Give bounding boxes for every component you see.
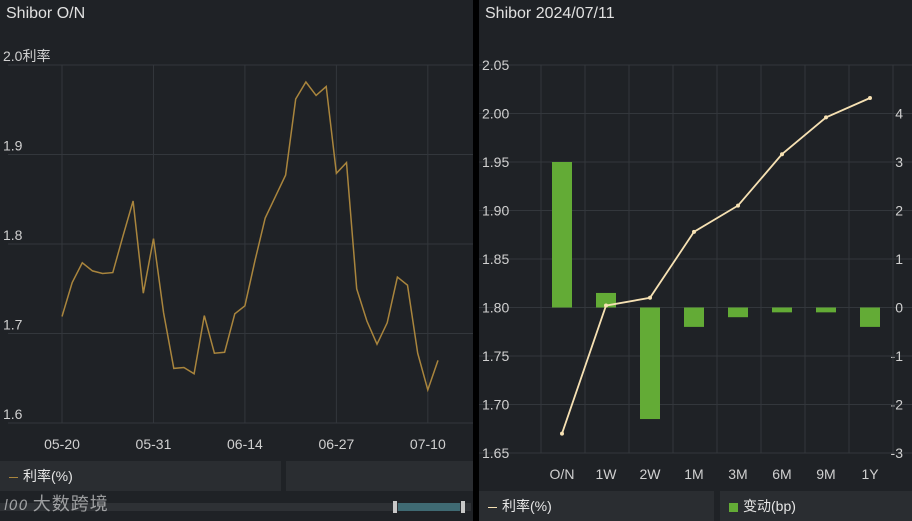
x-tick-label: 6M bbox=[772, 466, 791, 482]
legend-bar-swatch bbox=[729, 502, 738, 512]
right-legend-change[interactable]: 变动(bp) bbox=[720, 491, 912, 521]
x-tick-label: 07-10 bbox=[410, 436, 446, 452]
y-right-tick-label: -2 bbox=[891, 397, 904, 413]
y-tick-label: 1.9 bbox=[3, 138, 23, 154]
legend-line-swatch bbox=[488, 506, 497, 508]
y-left-tick-label: 1.65 bbox=[482, 445, 509, 461]
y-right-tick-label: -1 bbox=[891, 348, 904, 364]
legend-line-swatch bbox=[9, 476, 18, 478]
change-bar bbox=[684, 307, 704, 327]
x-tick-label: 1W bbox=[596, 466, 618, 482]
scroll-handle-left[interactable] bbox=[393, 501, 397, 513]
rate-series-line bbox=[61, 80, 439, 393]
right-legend-change-label: 变动(bp) bbox=[743, 498, 796, 514]
left-legend-rate-label: 利率(%) bbox=[23, 468, 73, 484]
y-tick-label: 1.7 bbox=[3, 317, 23, 333]
change-bar bbox=[816, 307, 836, 313]
y-left-tick-label: 1.70 bbox=[482, 397, 509, 413]
watermark-logo: l00 bbox=[4, 498, 29, 514]
y-right-tick-label: -3 bbox=[891, 445, 904, 461]
rate-point bbox=[604, 303, 608, 308]
x-tick-label: 05-20 bbox=[44, 436, 80, 452]
timeline-scrollbar-thumb[interactable] bbox=[398, 503, 460, 511]
y-right-tick-label: 2 bbox=[895, 203, 903, 219]
rate-point bbox=[824, 115, 828, 120]
x-tick-label: O/N bbox=[550, 466, 575, 482]
x-tick-label: 05-31 bbox=[136, 436, 172, 452]
watermark-text: 大数跨境 bbox=[32, 494, 109, 515]
rate-point bbox=[560, 431, 564, 436]
x-tick-label: 2W bbox=[640, 466, 662, 482]
scroll-handle-right[interactable] bbox=[461, 501, 465, 513]
left-legend-empty bbox=[286, 461, 473, 491]
change-bar bbox=[552, 162, 572, 308]
y-left-tick-label: 1.75 bbox=[482, 348, 509, 364]
y-tick-label: 1.8 bbox=[3, 227, 23, 243]
rate-point bbox=[780, 152, 784, 157]
change-bar bbox=[640, 307, 660, 420]
rate-point bbox=[692, 229, 696, 234]
x-tick-label: 1Y bbox=[861, 466, 879, 482]
y-left-tick-label: 1.90 bbox=[482, 203, 509, 219]
right-combo-chart: 1.65 1.70 1.75 1.80 1.85 1.90 1.95 2.00 2.05 -3 -2… bbox=[479, 57, 912, 482]
watermark: l00 大数跨境 bbox=[4, 490, 109, 516]
x-tick-label: 3M bbox=[728, 466, 747, 482]
y-right-tick-label: 1 bbox=[895, 251, 903, 267]
change-bar bbox=[728, 307, 748, 318]
x-tick-label: 06-27 bbox=[318, 436, 354, 452]
right-legend-rate[interactable]: 利率(%) bbox=[479, 491, 714, 521]
y-right-tick-label: 3 bbox=[895, 154, 903, 170]
y-tick-label: 2.0利率 bbox=[3, 48, 50, 64]
y-left-tick-label: 1.85 bbox=[482, 251, 509, 267]
rate-series-line bbox=[561, 97, 871, 434]
change-bar bbox=[860, 307, 880, 327]
rate-point bbox=[648, 295, 652, 300]
y-left-tick-label: 2.05 bbox=[482, 57, 509, 73]
left-line-chart: 1.6 1.7 1.8 1.9 2.0利率 05-20 05-31 06-14 06-27 07-… bbox=[3, 48, 473, 452]
x-tick-label: 06-14 bbox=[227, 436, 263, 452]
y-left-tick-label: 1.95 bbox=[482, 154, 509, 170]
left-legend-rate[interactable]: 利率(%) bbox=[0, 461, 281, 491]
y-left-tick-label: 1.80 bbox=[482, 300, 509, 316]
x-tick-label: 1M bbox=[684, 466, 703, 482]
y-tick-label: 1.6 bbox=[3, 406, 23, 422]
right-chart-panel: Shibor 2024/07/11 1.65 1.70 1.75 1.80 1.85 1.… bbox=[479, 0, 912, 521]
x-tick-label: 9M bbox=[816, 466, 835, 482]
y-right-tick-label: 4 bbox=[895, 106, 903, 122]
change-bar bbox=[772, 307, 792, 313]
right-legend-rate-label: 利率(%) bbox=[502, 498, 552, 514]
y-right-tick-label: 0 bbox=[895, 300, 903, 316]
rate-point bbox=[736, 203, 740, 208]
y-left-tick-label: 2.00 bbox=[482, 106, 509, 122]
left-chart-panel: Shibor O/N 1.6 1.7 1.8 1.9 2.0利率 05-20 05-31 06… bbox=[0, 0, 473, 521]
rate-point bbox=[868, 95, 872, 100]
